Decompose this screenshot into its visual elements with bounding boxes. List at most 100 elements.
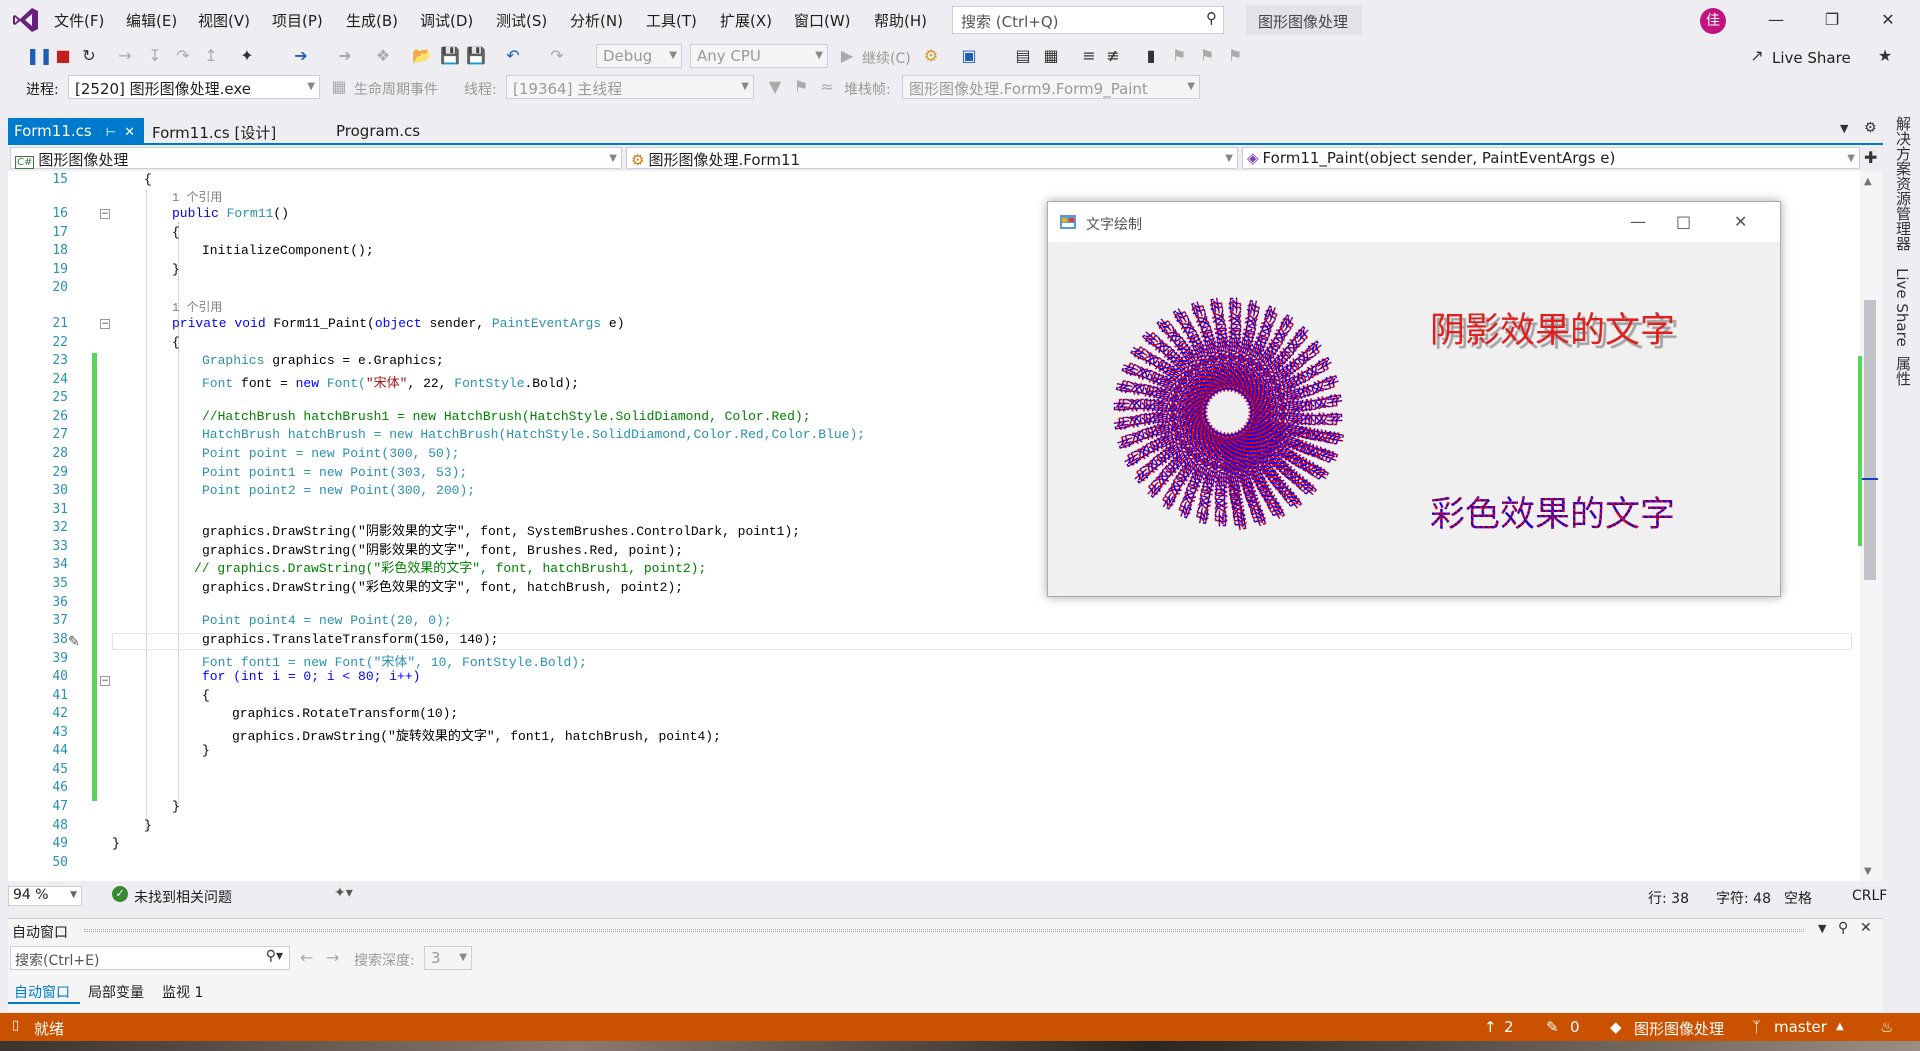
branch-name[interactable]: master [1774, 1018, 1827, 1036]
zoom-dropdown[interactable]: 94 % ▼ [8, 886, 82, 906]
browser-icon[interactable]: ▣ [960, 47, 978, 65]
prev-bookmark-icon[interactable]: ⚑ [1170, 47, 1188, 65]
new-project-icon[interactable]: ❖ [374, 47, 392, 65]
project-nav-dropdown[interactable]: C# 图形图像处理 ▼ [10, 147, 622, 169]
tab-locals[interactable]: 局部变量 [88, 978, 144, 1006]
collapse-icon[interactable]: − [100, 319, 110, 329]
form-close-icon[interactable]: ✕ [1734, 212, 1747, 231]
stop-icon[interactable]: ■ [54, 47, 72, 65]
forward-icon[interactable]: ➜ [336, 47, 354, 65]
settings-gear-icon[interactable]: ⚙ [1864, 120, 1877, 136]
live-share-button[interactable]: Live Share [1772, 49, 1851, 67]
step-out-icon[interactable]: ↥ [202, 47, 220, 65]
collapse-icon[interactable]: − [100, 676, 110, 686]
menu-analyze[interactable]: 分析(N) [570, 10, 623, 31]
platform-dropdown[interactable]: Any CPU ▼ [690, 44, 828, 68]
chevron-up-icon[interactable]: ▲ [1836, 1021, 1844, 1032]
char-indicator[interactable]: 字符: 48 [1716, 888, 1771, 908]
configuration-dropdown[interactable]: Debug ▼ [596, 44, 682, 68]
close-icon[interactable]: ✕ [1878, 10, 1898, 29]
class-nav-dropdown[interactable]: ⚙ 图形图像处理.Form11 ▼ [626, 147, 1238, 169]
class-view-icon[interactable]: ▦ [1042, 47, 1060, 65]
pending-changes[interactable]: 0 [1570, 1018, 1580, 1036]
notifications-icon[interactable]: ♨ [1880, 1018, 1893, 1036]
menu-debug[interactable]: 调试(D) [420, 10, 473, 31]
undo-icon[interactable]: ↶ [504, 47, 522, 65]
live-share-tab[interactable]: Live Share [1893, 268, 1911, 347]
uncomment-icon[interactable]: ≢ [1104, 47, 1122, 65]
scroll-up-icon[interactable]: ▲ [1864, 176, 1872, 187]
issues-status[interactable]: 未找到相关问题 [134, 887, 232, 907]
comment-icon[interactable]: ≡ [1080, 47, 1098, 65]
menu-project[interactable]: 项目(P) [272, 10, 323, 31]
properties-tab[interactable]: 属性 [1893, 356, 1914, 386]
search-input[interactable]: 搜索 (Ctrl+Q) ⚲ [952, 6, 1224, 34]
search-forward-icon[interactable]: → [326, 948, 339, 967]
whitespace-indicator[interactable]: 空格 [1784, 888, 1812, 908]
thread-dropdown[interactable]: [19364] 主线程 ▼ [506, 75, 754, 99]
scroll-down-icon[interactable]: ▼ [1864, 866, 1872, 877]
pause-icon[interactable]: ❚❚ [26, 47, 53, 65]
line-indicator[interactable]: 行: 38 [1648, 888, 1689, 908]
bookmark-icon[interactable]: ▮ [1142, 47, 1160, 65]
process-dropdown[interactable]: [2520] 图形图像处理.exe ▼ [68, 75, 320, 99]
autos-search-input[interactable]: 搜索(Ctrl+E) ⚲▾ [10, 946, 290, 970]
menu-test[interactable]: 测试(S) [496, 10, 547, 31]
member-nav-dropdown[interactable]: ◈ Form11_Paint(object sender, PaintEventA… [1242, 147, 1860, 169]
tab-form11-design[interactable]: Form11.cs [设计] [146, 118, 282, 144]
lifecycle-events[interactable]: 生命周期事件 [354, 79, 438, 99]
unpushed-commits[interactable]: 2 [1504, 1018, 1514, 1036]
live-share-icon[interactable]: ↗ [1748, 47, 1766, 65]
form-title-bar[interactable]: 文字绘制 — □ ✕ [1048, 202, 1780, 242]
search-back-icon[interactable]: ← [300, 948, 313, 967]
tab-watch-1[interactable]: 监视 1 [162, 978, 203, 1006]
lifecycle-icon[interactable]: ▦ [330, 78, 348, 96]
tab-autos[interactable]: 自动窗口 [8, 978, 80, 1004]
maximize-icon[interactable]: ❐ [1822, 10, 1842, 29]
tab-list-icon[interactable]: ▼ [1840, 122, 1848, 135]
play-icon[interactable]: ▶ [838, 47, 856, 65]
reference-count[interactable]: 1 个引用 [172, 298, 222, 315]
redo-icon[interactable]: ↷ [548, 47, 566, 65]
minimize-icon[interactable]: — [1766, 10, 1786, 29]
avatar[interactable]: 佳 [1700, 8, 1726, 34]
code-cleanup-icon[interactable]: ✦▾ [334, 885, 353, 901]
panel-close-icon[interactable]: ✕ [1860, 920, 1872, 936]
repo-icon[interactable]: ◆ [1610, 1018, 1622, 1036]
back-icon[interactable]: ➔ [292, 47, 310, 65]
stack-frame-dropdown[interactable]: 图形图像处理.Form9.Form9_Paint ▼ [902, 75, 1200, 99]
panel-pin-icon[interactable]: ⚲ [1838, 920, 1848, 936]
save-all-icon[interactable]: 💾 [466, 47, 486, 65]
step-over-icon[interactable]: ↷ [174, 47, 192, 65]
step-into-icon[interactable]: ↧ [146, 47, 164, 65]
arrow-up-icon[interactable]: ↑ [1484, 1018, 1497, 1036]
toolbox-icon[interactable]: ▤ [1014, 47, 1032, 65]
repository-name[interactable]: 图形图像处理 [1634, 1018, 1724, 1039]
filter-icon[interactable]: ▼ [766, 78, 784, 96]
panel-grip[interactable] [84, 929, 1804, 932]
continue-button[interactable]: 继续(C) [862, 48, 911, 68]
running-form-window[interactable]: 文字绘制 — □ ✕ 旋转效果的文字 旋转效果的文字 旋转效果的文字 旋转效果的文字旋… [1047, 201, 1781, 597]
reference-count[interactable]: 1 个引用 [172, 188, 222, 205]
debug-tool-icon[interactable]: ⚙ [922, 47, 940, 65]
search-depth-dropdown[interactable]: 3 ▼ [424, 946, 472, 970]
line-ending-indicator[interactable]: CRLF [1852, 888, 1887, 904]
feedback-icon[interactable]: ★ [1876, 47, 1894, 65]
menu-help[interactable]: 帮助(H) [874, 10, 927, 31]
menu-file[interactable]: 文件(F) [54, 10, 104, 31]
menu-view[interactable]: 视图(V) [198, 10, 250, 31]
quick-actions-icon[interactable]: ✎ [68, 634, 80, 650]
menu-edit[interactable]: 编辑(E) [126, 10, 177, 31]
split-editor-icon[interactable]: ✚ [1864, 148, 1877, 167]
tab-form11-cs[interactable]: Form11.cs ⊢ ✕ [8, 118, 144, 144]
next-bookmark-icon[interactable]: ⚑ [1198, 47, 1216, 65]
close-tab-icon[interactable]: ✕ [124, 125, 135, 140]
panel-menu-icon[interactable]: ▼ [1818, 922, 1826, 935]
collapse-icon[interactable]: − [100, 209, 110, 219]
show-next-statement-icon[interactable]: → [116, 47, 134, 65]
pin-icon[interactable]: ⊢ [106, 125, 116, 139]
open-file-icon[interactable]: 📂 [412, 47, 432, 65]
menu-window[interactable]: 窗口(W) [794, 10, 851, 31]
branch-icon[interactable]: ᛉ [1752, 1018, 1761, 1036]
restart-icon[interactable]: ↻ [80, 47, 98, 65]
